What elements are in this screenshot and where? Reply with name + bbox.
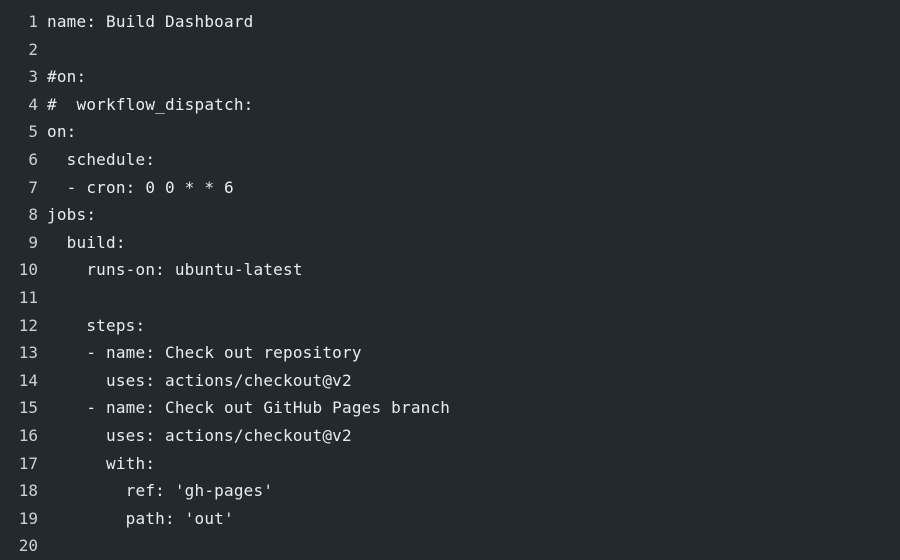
line-number: 8 <box>28 205 38 225</box>
code-line: 10 runs-on: ubuntu-latest <box>0 256 900 284</box>
line-text: uses: actions/checkout@v2 <box>47 425 352 445</box>
line-text: - name: Check out repository <box>47 343 362 363</box>
code-line: 8 jobs: <box>0 201 900 229</box>
line-text: name: Build Dashboard <box>47 12 254 31</box>
code-line: 15 - name: Check out GitHub Pages branch <box>0 394 900 422</box>
line-text: # workflow_dispatch: <box>47 94 254 114</box>
code-line: 6 schedule: <box>0 146 900 174</box>
line-text: - cron: 0 0 * * 6 <box>47 177 234 197</box>
code-line: 7 - cron: 0 0 * * 6 <box>0 174 900 202</box>
line-text: #on: <box>47 67 87 87</box>
code-line: 5 on: <box>0 118 900 146</box>
line-text: build: <box>47 232 126 252</box>
code-line: 1 name: Build Dashboard <box>0 8 900 36</box>
code-line: 18 ref: 'gh-pages' <box>0 477 900 505</box>
line-number: 12 <box>18 315 38 335</box>
line-text: with: <box>47 453 156 473</box>
line-number: 3 <box>28 67 38 87</box>
line-text: steps: <box>47 315 146 335</box>
line-number: 5 <box>28 122 38 142</box>
code-line: 2 <box>0 36 900 64</box>
line-number: 17 <box>18 453 38 473</box>
code-editor[interactable]: 1 name: Build Dashboard 2 3 #on: 4 # workfl… <box>0 8 900 560</box>
line-number: 4 <box>28 94 38 114</box>
code-line: 3 #on: <box>0 63 900 91</box>
line-text: schedule: <box>47 149 156 169</box>
line-number: 13 <box>18 343 38 363</box>
code-line: 19 path: 'out' <box>0 505 900 533</box>
line-text: ref: 'gh-pages' <box>47 481 274 501</box>
line-number: 19 <box>18 508 38 528</box>
line-number: 10 <box>18 260 38 280</box>
line-text: jobs: <box>47 205 97 225</box>
line-number: 14 <box>18 370 38 390</box>
line-number: 7 <box>28 177 38 197</box>
line-number: 6 <box>28 149 38 169</box>
line-number: 11 <box>18 287 38 307</box>
code-line: 16 uses: actions/checkout@v2 <box>0 422 900 450</box>
line-number: 20 <box>18 536 38 556</box>
line-number: 16 <box>18 425 38 445</box>
line-text: runs-on: ubuntu-latest <box>47 260 303 280</box>
code-line: 9 build: <box>0 229 900 257</box>
line-text: uses: actions/checkout@v2 <box>47 370 352 390</box>
code-line: 20 <box>0 532 900 560</box>
code-line: 4 # workflow_dispatch: <box>0 91 900 119</box>
code-line: 17 with: <box>0 450 900 478</box>
line-number: 1 <box>28 12 38 31</box>
line-number: 9 <box>28 232 38 252</box>
line-number: 15 <box>18 398 38 418</box>
line-text: - name: Check out GitHub Pages branch <box>47 398 451 418</box>
line-text: path: 'out' <box>47 508 234 528</box>
code-line: 12 steps: <box>0 312 900 340</box>
line-number: 2 <box>28 39 38 59</box>
line-text: on: <box>47 122 77 142</box>
code-line: 14 uses: actions/checkout@v2 <box>0 367 900 395</box>
code-line: 13 - name: Check out repository <box>0 339 900 367</box>
code-line: 11 <box>0 284 900 312</box>
line-number: 18 <box>18 481 38 501</box>
